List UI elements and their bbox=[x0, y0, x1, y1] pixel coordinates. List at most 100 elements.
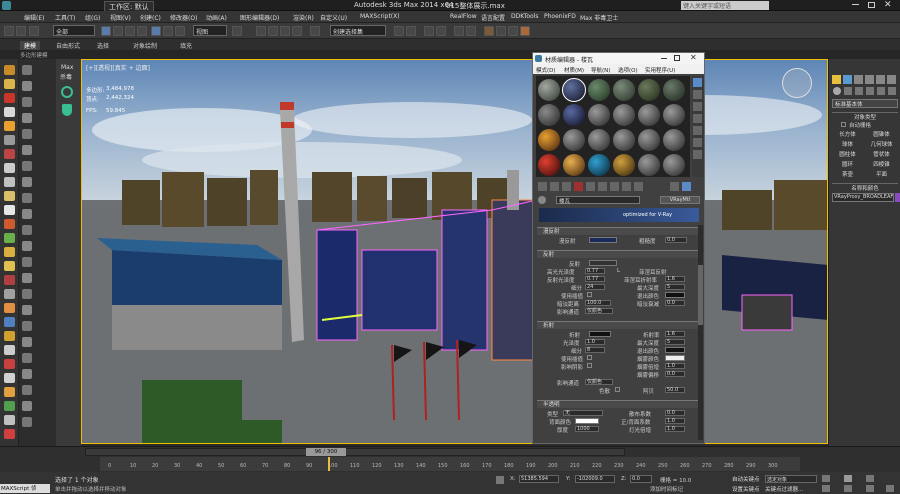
unique-icon[interactable] bbox=[598, 182, 607, 191]
select-object-icon[interactable] bbox=[101, 26, 111, 36]
r-use-interp-checkbox[interactable] bbox=[587, 355, 592, 360]
preview-icon[interactable] bbox=[693, 138, 702, 147]
fresnel-ior-value[interactable]: 1.6 bbox=[665, 276, 685, 282]
snap-icon[interactable] bbox=[256, 26, 266, 36]
z-coord-input[interactable]: 0.0 bbox=[630, 475, 652, 483]
torus-button[interactable]: 圆环 bbox=[831, 161, 864, 169]
render-icon[interactable] bbox=[520, 26, 530, 36]
use-interp-checkbox[interactable] bbox=[587, 292, 592, 297]
render-frame-icon[interactable] bbox=[508, 26, 518, 36]
tool-b23-icon[interactable] bbox=[22, 417, 32, 427]
helpers-icon[interactable] bbox=[877, 87, 885, 95]
tool-26-icon[interactable] bbox=[4, 415, 15, 425]
fwd-back-value[interactable]: 1.0 bbox=[665, 418, 685, 424]
tool-7-icon[interactable] bbox=[4, 149, 15, 159]
put-to-scene-icon[interactable] bbox=[550, 182, 559, 191]
maximize-icon[interactable] bbox=[868, 2, 875, 8]
window-crossing-icon[interactable] bbox=[137, 26, 147, 36]
tool-14-icon[interactable] bbox=[4, 247, 15, 257]
options-icon[interactable] bbox=[693, 150, 702, 159]
sample-slot[interactable] bbox=[588, 154, 610, 176]
library-icon[interactable] bbox=[610, 182, 619, 191]
uv-tiling-icon[interactable] bbox=[693, 114, 702, 123]
box-button[interactable]: 长方体 bbox=[831, 131, 864, 139]
rect-select-icon[interactable] bbox=[125, 26, 135, 36]
refract-swatch[interactable] bbox=[589, 331, 611, 337]
rotate-icon[interactable] bbox=[163, 26, 173, 36]
tool-4-icon[interactable] bbox=[4, 107, 15, 117]
sample-slot[interactable] bbox=[613, 154, 635, 176]
r-max-depth-value[interactable]: 5 bbox=[665, 339, 685, 345]
hilight-value[interactable]: 0.77 bbox=[585, 268, 605, 274]
thickness-value[interactable]: 1000 bbox=[575, 426, 599, 432]
tool-17-icon[interactable] bbox=[4, 289, 15, 299]
tube-button[interactable]: 管状体 bbox=[865, 151, 898, 159]
named-selection-select[interactable]: 创建选择集 bbox=[330, 25, 386, 36]
tab-selection[interactable]: 选择 bbox=[97, 41, 109, 50]
section-reflection[interactable]: 反射 bbox=[537, 250, 700, 258]
tool-b7-icon[interactable] bbox=[22, 161, 32, 171]
tool-b15-icon[interactable] bbox=[22, 289, 32, 299]
tool-20-icon[interactable] bbox=[4, 331, 15, 341]
tool-2-icon[interactable] bbox=[4, 79, 15, 89]
scale-icon[interactable] bbox=[175, 26, 185, 36]
tool-b19-icon[interactable] bbox=[22, 353, 32, 363]
geometry-icon[interactable] bbox=[833, 87, 841, 95]
move-icon[interactable] bbox=[151, 26, 161, 36]
object-type-header[interactable]: 对象类型 bbox=[832, 112, 898, 121]
graphite-icon[interactable] bbox=[436, 26, 446, 36]
sample-slot[interactable] bbox=[663, 79, 685, 101]
object-color-swatch[interactable] bbox=[895, 193, 900, 202]
primitive-type-select[interactable]: 标准基本体 bbox=[832, 99, 898, 108]
mat-menu-options[interactable]: 选项(O) bbox=[618, 66, 638, 74]
selection-filter-select[interactable]: 全部 bbox=[53, 25, 95, 36]
tool-b4-icon[interactable] bbox=[22, 113, 32, 123]
modify-tab-icon[interactable] bbox=[843, 75, 852, 84]
tool-b14-icon[interactable] bbox=[22, 273, 32, 283]
tool-21-icon[interactable] bbox=[4, 345, 15, 355]
tool-b21-icon[interactable] bbox=[22, 385, 32, 395]
tool-b12-icon[interactable] bbox=[22, 241, 32, 251]
spinner-snap-icon[interactable] bbox=[292, 26, 302, 36]
tool-18-icon[interactable] bbox=[4, 303, 15, 313]
link-icon[interactable] bbox=[29, 26, 39, 36]
tool-b11-icon[interactable] bbox=[22, 225, 32, 235]
sample-slot[interactable] bbox=[638, 129, 660, 151]
tool-b10-icon[interactable] bbox=[22, 209, 32, 219]
tool-b9-icon[interactable] bbox=[22, 193, 32, 203]
video-check-icon[interactable] bbox=[693, 126, 702, 135]
cone-button[interactable]: 圆锥体 bbox=[865, 131, 898, 139]
geosphere-button[interactable]: 几何球体 bbox=[865, 141, 898, 149]
tool-22-icon[interactable] bbox=[4, 359, 15, 369]
tab-populate[interactable]: 填充 bbox=[180, 41, 192, 50]
curve-editor-icon[interactable] bbox=[454, 26, 464, 36]
percent-snap-icon[interactable] bbox=[280, 26, 290, 36]
sample-slot[interactable] bbox=[538, 104, 560, 126]
assign-icon[interactable] bbox=[562, 182, 571, 191]
maxscript-listener[interactable]: MAXScript 侦 bbox=[0, 484, 50, 493]
sample-slot[interactable] bbox=[538, 129, 560, 151]
tab-modeling[interactable]: 建模 bbox=[20, 41, 41, 50]
align-icon[interactable] bbox=[406, 26, 416, 36]
pick-material-icon[interactable] bbox=[538, 196, 546, 204]
tool-5-icon[interactable] bbox=[4, 121, 15, 131]
shield-icon[interactable] bbox=[62, 104, 72, 116]
menu-group[interactable]: 组(G) bbox=[85, 13, 100, 22]
ribbon-poly-modeling[interactable]: 多边形建模 bbox=[20, 51, 48, 59]
viewport-perspective[interactable]: [+][透视][真实 + 边面] 多边形: 3,484,978 顶点: 2,44… bbox=[81, 59, 828, 444]
sample-slot[interactable] bbox=[663, 104, 685, 126]
tool-b2-icon[interactable] bbox=[22, 81, 32, 91]
sample-slot[interactable] bbox=[638, 104, 660, 126]
max-depth-value[interactable]: 5 bbox=[665, 284, 685, 290]
menu-customize[interactable]: 自定义(U) bbox=[320, 13, 347, 22]
lock-icon[interactable] bbox=[496, 476, 504, 484]
utilities-tab-icon[interactable] bbox=[887, 75, 896, 84]
tool-b17-icon[interactable] bbox=[22, 321, 32, 331]
plane-button[interactable]: 平面 bbox=[865, 171, 898, 179]
sample-slot[interactable] bbox=[538, 154, 560, 176]
cylinder-button[interactable]: 圆柱体 bbox=[831, 151, 864, 159]
menu-antivirus[interactable]: Max 非毒卫士 bbox=[580, 13, 618, 22]
menu-realflow[interactable]: RealFlow bbox=[450, 13, 477, 20]
sample-slot[interactable] bbox=[563, 129, 585, 151]
tool-b1-icon[interactable] bbox=[22, 65, 32, 75]
